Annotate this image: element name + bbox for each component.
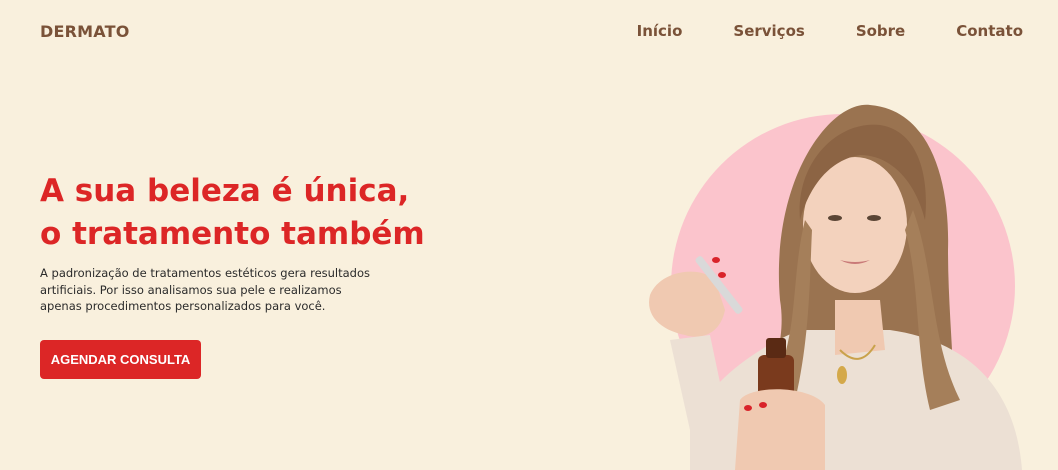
hero-title-line-2: o tratamento também: [40, 216, 425, 252]
nail-1: [712, 257, 720, 263]
bottle-cap: [766, 338, 786, 358]
hero-title-line-1: A sua beleza é única,: [40, 173, 410, 209]
hero-description: A padronização de tratamentos estéticos …: [40, 266, 371, 313]
main-nav: Início Serviços Sobre Contato: [586, 22, 1023, 40]
brand-logo[interactable]: DERMATO: [40, 22, 130, 41]
nav-link-sobre[interactable]: Sobre: [856, 22, 905, 40]
nail-4: [759, 402, 767, 408]
neck: [835, 300, 885, 355]
nav-link-servicos[interactable]: Serviços: [733, 22, 804, 40]
schedule-consultation-button[interactable]: AGENDAR CONSULTA: [40, 340, 201, 379]
nav-link-inicio[interactable]: Início: [637, 22, 683, 40]
necklace-pendant: [837, 366, 847, 384]
nail-3: [744, 405, 752, 411]
hero-woman-illustration: [649, 104, 1022, 470]
right-hand: [735, 389, 825, 470]
hero-title: A sua beleza é única, o tratamento també…: [40, 170, 440, 256]
left-eye: [828, 215, 842, 221]
right-eye: [867, 215, 881, 221]
nav-link-contato[interactable]: Contato: [956, 22, 1023, 40]
nail-2: [718, 272, 726, 278]
